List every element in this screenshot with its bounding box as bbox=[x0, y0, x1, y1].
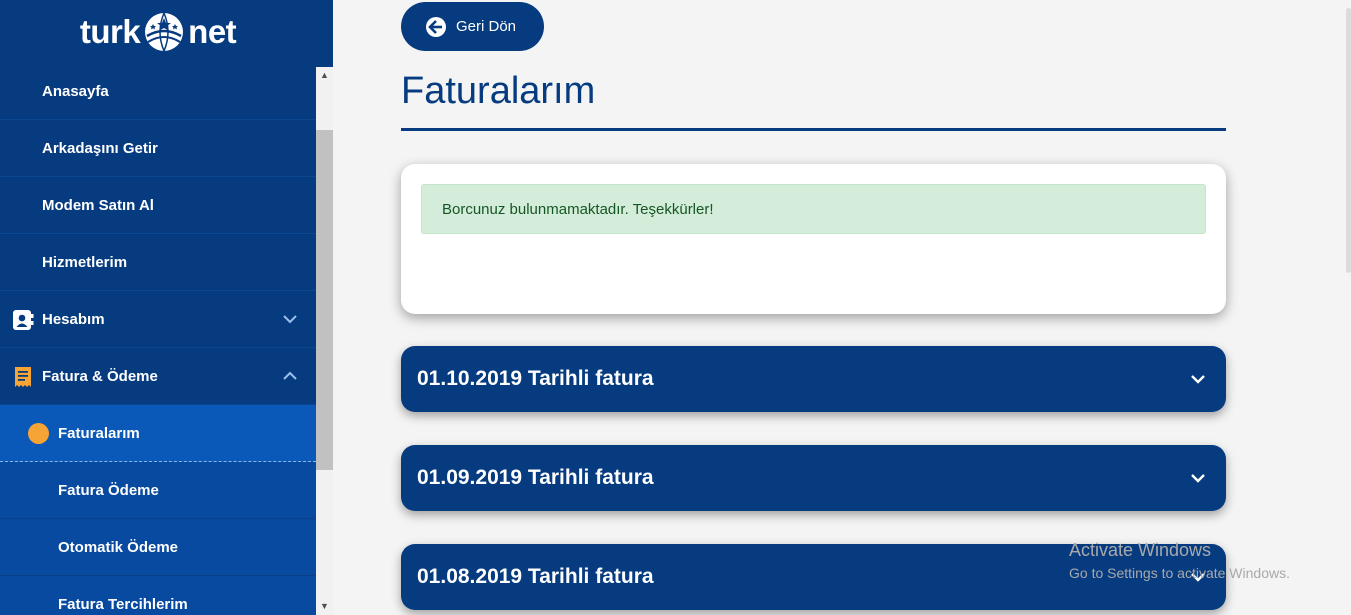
sidebar-item-hizmetlerim[interactable]: Hizmetlerim bbox=[0, 234, 316, 291]
sidebar-item-hesabim[interactable]: Hesabım bbox=[0, 291, 316, 348]
sidebar-item-label: Anasayfa bbox=[42, 82, 109, 100]
scroll-down-icon[interactable]: ▼ bbox=[316, 598, 333, 615]
logo-text-right: net bbox=[188, 12, 237, 50]
scroll-up-icon[interactable]: ▲ bbox=[316, 67, 333, 84]
sidebar-scrollbar[interactable]: ▲ ▼ bbox=[316, 67, 333, 615]
sidebar-item-modem-satin-al[interactable]: Modem Satın Al bbox=[0, 177, 316, 234]
sidebar-item-label: Otomatik Ödeme bbox=[58, 538, 179, 556]
chevron-down-icon bbox=[283, 315, 297, 324]
logo-text-left: turk bbox=[79, 12, 141, 50]
watermark-title: Activate Windows bbox=[1069, 540, 1212, 560]
sidebar-scrollbar-thumb[interactable] bbox=[316, 130, 333, 470]
invoice-label: 01.08.2019 Tarihli fatura bbox=[417, 565, 654, 588]
arrow-left-circle-icon bbox=[426, 16, 446, 37]
chevron-down-icon bbox=[1191, 375, 1205, 384]
invoice-label: 01.09.2019 Tarihli fatura bbox=[417, 466, 654, 489]
turknet-logo[interactable]: turk net bbox=[0, 0, 316, 63]
sidebar-item-otomatik-odeme[interactable]: Otomatik Ödeme bbox=[0, 519, 316, 576]
watermark-subtitle: Go to Settings to activate Windows. bbox=[1069, 565, 1290, 581]
title-divider bbox=[401, 128, 1226, 131]
sidebar-item-arkadasini-getir[interactable]: Arkadaşını Getir bbox=[0, 120, 316, 177]
sidebar-item-label: Fatura Ödeme bbox=[58, 481, 159, 499]
sidebar-item-fatura-odeme[interactable]: Fatura Ödeme bbox=[0, 462, 316, 519]
invoice-label: 01.10.2019 Tarihli fatura bbox=[417, 367, 654, 390]
sidebar-item-anasayfa[interactable]: Anasayfa bbox=[0, 63, 316, 120]
chevron-up-icon bbox=[283, 371, 297, 380]
main-content: Geri Dön Faturalarım Borcunuz bulunmamak… bbox=[333, 0, 1351, 615]
sidebar-item-label: Modem Satın Al bbox=[42, 196, 154, 214]
sidebar-item-label: Arkadaşını Getir bbox=[42, 139, 158, 157]
globe-logo-icon bbox=[145, 12, 184, 51]
status-card: Borcunuz bulunmamaktadır. Teşekkürler! bbox=[401, 164, 1226, 314]
invoice-accordion-item[interactable]: 01.09.2019 Tarihli fatura bbox=[401, 445, 1226, 511]
sidebar: turk net Anasayfa Arkadaşını Getir Modem… bbox=[0, 0, 316, 615]
sidebar-item-label: Hesabım bbox=[42, 310, 105, 328]
chevron-down-icon bbox=[1191, 474, 1205, 483]
back-button[interactable]: Geri Dön bbox=[401, 2, 544, 51]
alert-text: Borcunuz bulunmamaktadır. Teşekkürler! bbox=[442, 200, 714, 218]
invoice-accordion-item[interactable]: 01.10.2019 Tarihli fatura bbox=[401, 346, 1226, 412]
account-icon bbox=[13, 310, 34, 330]
receipt-icon bbox=[15, 367, 31, 387]
windows-activation-watermark: Activate Windows Go to Settings to activ… bbox=[1069, 540, 1290, 581]
sidebar-item-label: Hizmetlerim bbox=[42, 253, 128, 271]
sidebar-item-faturalarim[interactable]: Faturalarım bbox=[0, 405, 316, 462]
sidebar-item-fatura-tercihlerim[interactable]: Fatura Tercihlerim bbox=[0, 576, 316, 615]
page-title: Faturalarım bbox=[401, 70, 596, 112]
sidebar-item-label: Fatura Tercihlerim bbox=[58, 595, 188, 613]
sidebar-item-label: Faturalarım bbox=[58, 424, 140, 442]
back-button-label: Geri Dön bbox=[456, 18, 517, 35]
sidebar-scroll-cap bbox=[316, 0, 333, 67]
sidebar-item-fatura-odeme-group[interactable]: Fatura & Ödeme bbox=[0, 348, 316, 405]
no-debt-alert: Borcunuz bulunmamaktadır. Teşekkürler! bbox=[421, 184, 1206, 234]
active-indicator-dot bbox=[28, 423, 49, 444]
page-scrollbar[interactable] bbox=[1345, 0, 1351, 615]
page-scrollbar-thumb[interactable] bbox=[1346, 8, 1351, 273]
sidebar-item-label: Fatura & Ödeme bbox=[42, 367, 158, 385]
